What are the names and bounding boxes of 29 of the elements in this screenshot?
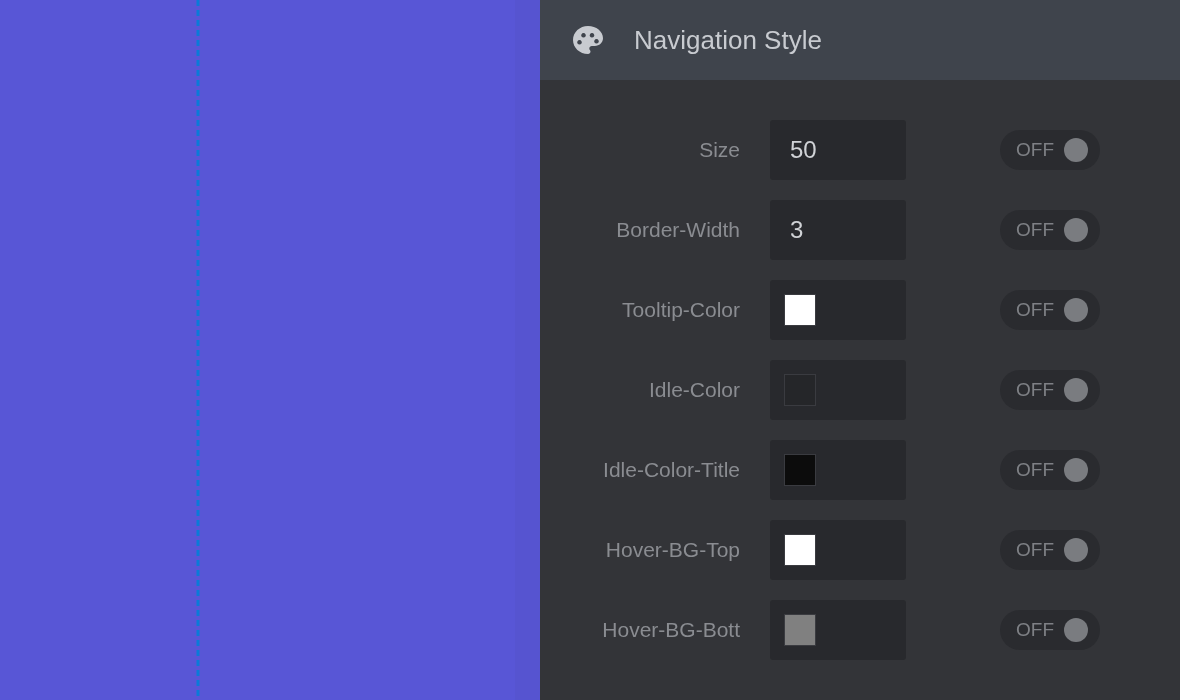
number-input-field[interactable]: 50 — [770, 120, 906, 180]
field-label: Hover-BG-Top — [605, 538, 740, 562]
toggle-knob[interactable] — [1064, 538, 1088, 562]
palette-icon — [572, 25, 604, 55]
field-label: Idle-Color-Title — [603, 458, 740, 482]
field-label: Size — [699, 138, 740, 162]
toggle-knob[interactable] — [1064, 618, 1088, 642]
toggle-switch[interactable]: OFF — [1000, 450, 1100, 490]
toggle-knob[interactable] — [1064, 378, 1088, 402]
color-swatch[interactable] — [784, 534, 816, 566]
toggle-knob[interactable] — [1064, 458, 1088, 482]
color-swatch[interactable] — [784, 294, 816, 326]
toggle-knob[interactable] — [1064, 218, 1088, 242]
toggle-switch[interactable]: OFF — [1000, 530, 1100, 570]
color-swatch[interactable] — [784, 454, 816, 486]
number-input-field[interactable]: 3 — [770, 200, 906, 260]
toggle-knob[interactable] — [1064, 298, 1088, 322]
color-swatch[interactable] — [784, 614, 816, 646]
panel-title: Navigation Style — [634, 24, 822, 56]
toggle-switch[interactable]: OFF — [1000, 610, 1100, 650]
toggle-switch[interactable]: OFF — [1000, 290, 1100, 330]
field-label: Idle-Color — [648, 378, 740, 402]
toggle-switch[interactable]: OFF — [1000, 130, 1100, 170]
toggle-switch[interactable]: OFF — [1000, 210, 1100, 250]
field-label: Hover-BG-Bott — [602, 618, 740, 642]
field-label: Border-Width — [616, 218, 740, 242]
toggle-knob[interactable] — [1064, 138, 1088, 162]
field-label: Tooltip-Color — [622, 298, 740, 322]
toggle-switch[interactable]: OFF — [1000, 370, 1100, 410]
